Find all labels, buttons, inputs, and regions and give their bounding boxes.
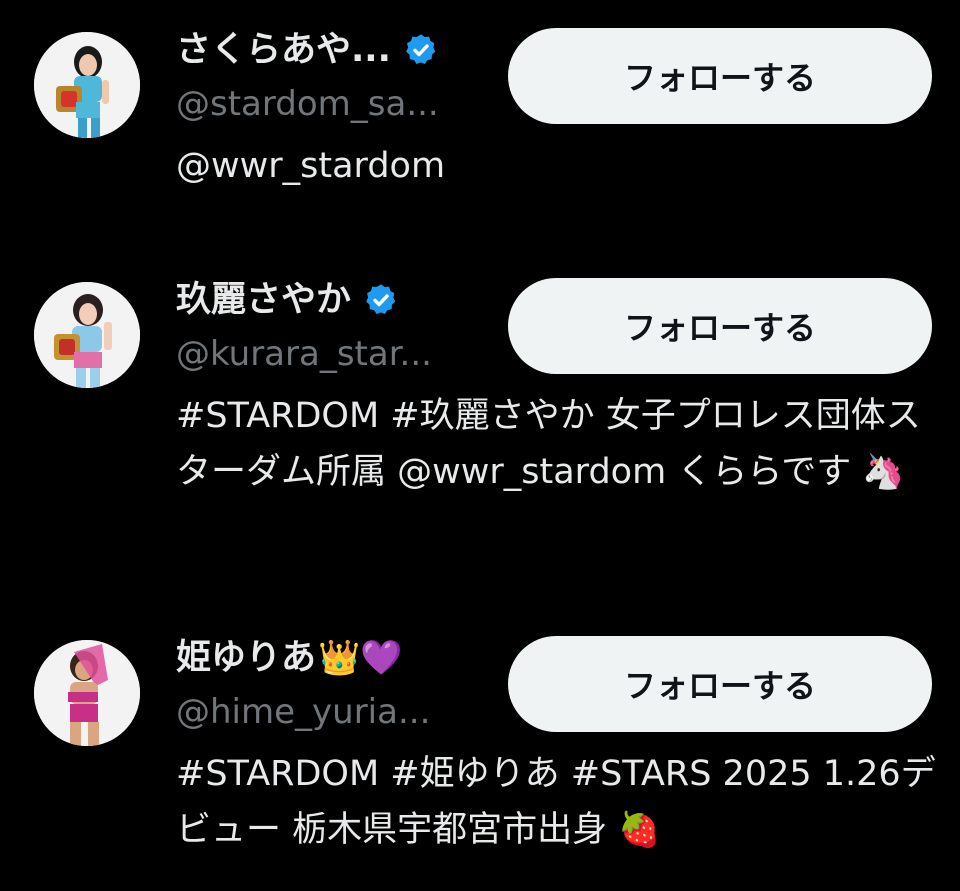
strawberry-icon: 🍓: [618, 810, 661, 850]
user-bio: @wwr_stardom: [176, 138, 936, 194]
verified-badge-icon: [363, 282, 399, 318]
avatar-image: [34, 32, 140, 138]
avatar[interactable]: [34, 32, 140, 138]
unicorn-icon: 🦄: [862, 452, 905, 492]
follow-button[interactable]: フォローする: [508, 278, 932, 374]
avatar-image: [34, 640, 140, 746]
avatar-image: [34, 282, 140, 388]
user-cell[interactable]: さくらあや... @stardom_sa... フォローする @wwr_star…: [0, 0, 960, 230]
name-line: さくらあや...: [176, 26, 439, 74]
bio-text[interactable]: #STARDOM #玖麗さやか 女子プロレス団体スターダム所属 @wwr_sta…: [176, 396, 921, 492]
follow-button[interactable]: フォローする: [508, 28, 932, 124]
display-name[interactable]: 玖麗さやか: [176, 276, 351, 324]
bio-text[interactable]: @wwr_stardom: [176, 146, 445, 186]
name-line: 姫ゆりあ 👑💜: [176, 634, 403, 682]
user-handle: @hime_yuria...: [176, 692, 431, 732]
display-name[interactable]: さくらあや...: [176, 26, 391, 74]
user-bio: #STARDOM #姫ゆりあ #STARS 2025 1.26デビュー 栃木県宇…: [176, 746, 936, 858]
avatar[interactable]: [34, 282, 140, 388]
user-cell[interactable]: 姫ゆりあ 👑💜 @hime_yuria... フォローする #STARDOM #…: [0, 608, 960, 891]
display-name[interactable]: 姫ゆりあ: [176, 634, 316, 682]
name-line: 玖麗さやか: [176, 276, 399, 324]
verified-badge-icon: [403, 32, 439, 68]
user-handle: @kurara_star...: [176, 334, 432, 374]
follow-button[interactable]: フォローする: [508, 636, 932, 732]
user-handle: @stardom_sa...: [176, 84, 439, 124]
bio-text[interactable]: #STARDOM #姫ゆりあ #STARS 2025 1.26デビュー 栃木県宇…: [176, 754, 936, 850]
user-bio: #STARDOM #玖麗さやか 女子プロレス団体スターダム所属 @wwr_sta…: [176, 388, 936, 500]
user-cell[interactable]: 玖麗さやか @kurara_star... フォローする #STARDOM #玖…: [0, 250, 960, 580]
crown-heart-icon: 👑💜: [318, 638, 403, 678]
avatar[interactable]: [34, 640, 140, 746]
